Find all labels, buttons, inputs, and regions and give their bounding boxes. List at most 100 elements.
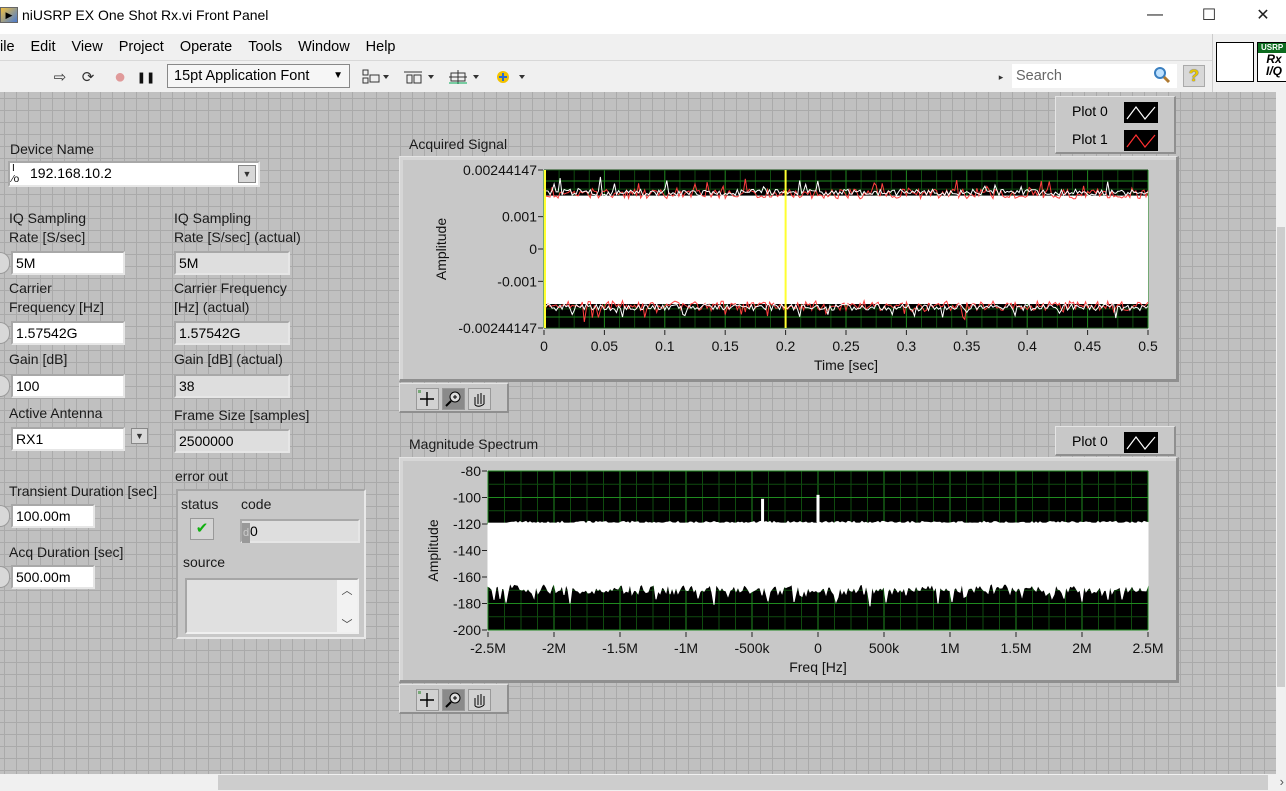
device-name-value: 192.168.10.2 — [30, 165, 112, 181]
carrier-freq-actual-indicator: 1.57542G — [174, 321, 290, 345]
gain-actual-label: Gain [dB] (actual) — [174, 351, 283, 367]
y-tick-label: 0.00244147 — [463, 162, 537, 178]
gain-actual-indicator: 38 — [174, 374, 290, 398]
horizontal-scroll-thumb[interactable] — [218, 775, 1268, 790]
acquired-signal-legend[interactable]: Plot 0 Plot 1 — [1055, 96, 1176, 154]
chevron-down-icon: ▼ — [242, 169, 252, 179]
x-tick-label: -2M — [542, 640, 566, 656]
plot-0-line-icon — [1124, 432, 1158, 453]
acquired-signal-graph-palette — [399, 383, 509, 413]
legend-label: Plot 0 — [1072, 103, 1108, 119]
scroll-down-icon[interactable]: ﹀ — [337, 616, 357, 632]
acquired-signal-plot[interactable]: 0 0.05 0.1 0.15 0.2 0.25 0.3 0.35 0.4 0.45 0.5 0.00… — [400, 157, 1176, 379]
search-expand-button[interactable]: ▸ — [996, 67, 1006, 87]
legend-item-plot-0[interactable]: Plot 0 — [1056, 429, 1174, 455]
resize-objects-button[interactable] — [446, 67, 482, 87]
legend-item-plot-0[interactable]: Plot 0 — [1056, 99, 1174, 125]
gain-input[interactable]: 100 — [11, 374, 125, 398]
vertical-scroll-thumb[interactable] — [1277, 227, 1285, 687]
menu-window[interactable]: Window — [290, 39, 358, 55]
magnitude-spectrum-plot[interactable]: -2.5M -2M -1.5M -1M -500k 0 500k 1M 1.5M 2M 2.5M -8… — [400, 458, 1176, 680]
connector-pane[interactable] — [1216, 42, 1254, 82]
title-bar: ▶ niUSRP EX One Shot Rx.vi Front Panel —… — [0, 0, 1286, 30]
iq-rate-input[interactable]: 5M — [11, 251, 125, 275]
y-tick-label: -0.001 — [497, 273, 537, 289]
horizontal-scrollbar[interactable]: › — [0, 774, 1286, 791]
run-button[interactable]: ⇨ — [50, 67, 70, 87]
magnitude-spectrum-legend[interactable]: Plot 0 — [1055, 426, 1176, 456]
active-antenna-dropdown-button[interactable]: ▼ — [131, 428, 148, 444]
scroll-right-icon[interactable]: › — [1280, 774, 1284, 789]
iq-rate-actual-value: 5M — [179, 255, 199, 271]
pan-tool-button[interactable] — [468, 689, 491, 711]
search-placeholder: Search — [1016, 68, 1062, 84]
menu-view[interactable]: View — [64, 39, 111, 55]
menu-help[interactable]: Help — [358, 39, 404, 55]
abort-button[interactable]: ● — [109, 66, 131, 88]
x-tick-label: 0 — [814, 640, 822, 656]
context-help-button[interactable]: ? — [1183, 65, 1205, 87]
device-name-combo[interactable]: I ⁄o 192.168.10.2 — [8, 161, 260, 187]
spectrum-spur — [816, 494, 820, 523]
menu-project[interactable]: Project — [111, 39, 172, 55]
device-name-label: Device Name — [10, 141, 95, 157]
cursor-tool-button[interactable] — [416, 689, 439, 711]
labview-vi-icon: ▶ — [0, 7, 18, 23]
menu-file[interactable]: ile — [0, 39, 23, 55]
legend-label: Plot 0 — [1072, 433, 1108, 449]
transient-duration-input[interactable]: 100.00m — [11, 504, 95, 528]
menu-tools[interactable]: Tools — [240, 39, 290, 55]
carrier-freq-value: 1.57542G — [16, 325, 78, 341]
cursor-tool-button[interactable] — [416, 388, 439, 410]
device-name-dropdown-button[interactable]: ▼ — [238, 165, 256, 183]
scroll-up-icon[interactable]: ︿ — [337, 582, 357, 598]
error-out-cluster: status ✔ code d0 source ︿ ﹀ — [176, 489, 366, 639]
x-tick-label: 0.25 — [832, 338, 859, 354]
align-objects-button[interactable] — [358, 67, 392, 87]
pause-button[interactable]: ❚❚ — [137, 67, 155, 87]
iq-rate-actual-label-line2: Rate [S/sec] (actual) — [174, 229, 301, 245]
status-indicator: ✔ — [190, 518, 214, 540]
legend-label: Plot 1 — [1072, 131, 1108, 147]
source-text[interactable]: ︿ ﹀ — [185, 578, 359, 634]
font-select[interactable]: 15pt Application Font ▼ — [167, 64, 350, 88]
chevron-down-icon: ▼ — [333, 70, 343, 81]
gain-value: 100 — [16, 378, 40, 394]
pan-tool-button[interactable] — [468, 388, 491, 410]
source-scrollbar[interactable]: ︿ ﹀ — [337, 580, 357, 632]
y-tick-label: -80 — [461, 463, 481, 479]
x-axis-label: Freq [Hz] — [789, 659, 847, 675]
menu-edit[interactable]: Edit — [23, 39, 64, 55]
y-tick-label: 0.001 — [502, 209, 537, 225]
zoom-tool-button[interactable] — [442, 388, 465, 410]
frame-size-label: Frame Size [samples] — [174, 407, 310, 423]
active-antenna-ring[interactable]: RX1 — [11, 427, 125, 451]
maximize-button[interactable]: ☐ — [1186, 0, 1232, 30]
vertical-scrollbar[interactable] — [1276, 92, 1286, 774]
reorder-icon — [497, 71, 525, 83]
acq-duration-label: Acq Duration [sec] — [9, 544, 124, 560]
menu-operate[interactable]: Operate — [172, 39, 240, 55]
x-tick-label: -1.5M — [602, 640, 638, 656]
plot-0-line-icon — [1124, 102, 1158, 123]
minimize-button[interactable]: — — [1132, 0, 1178, 30]
acq-duration-input[interactable]: 500.00m — [11, 565, 95, 589]
checkmark-icon: ✔ — [195, 520, 209, 537]
close-button[interactable]: ✕ — [1240, 0, 1286, 30]
acquired-signal-graph[interactable]: 0 0.05 0.1 0.15 0.2 0.25 0.3 0.35 0.4 0.45 0.5 0.00… — [399, 156, 1179, 382]
carrier-freq-input[interactable]: 1.57542G — [11, 321, 125, 345]
iq-rate-actual-label-line1: IQ Sampling — [174, 210, 252, 226]
connector-pane-area: USRP Rx I/Q — [1212, 34, 1286, 92]
magnitude-spectrum-graph[interactable]: -2.5M -2M -1.5M -1M -500k 0 500k 1M 1.5M 2M 2.5M -8… — [399, 457, 1179, 683]
search-input[interactable]: Search — [1012, 64, 1177, 88]
distribute-objects-button[interactable] — [401, 67, 437, 87]
vi-icon[interactable]: USRP Rx I/Q — [1257, 42, 1286, 82]
legend-item-plot-1[interactable]: Plot 1 — [1056, 127, 1174, 153]
reorder-button[interactable] — [492, 67, 528, 87]
x-tick-label: 2.5M — [1132, 640, 1163, 656]
run-continuously-button[interactable]: ⟳ — [77, 67, 99, 87]
zoom-tool-button[interactable] — [442, 689, 465, 711]
window-title: niUSRP EX One Shot Rx.vi Front Panel — [22, 7, 269, 23]
x-tick-label: 0.1 — [655, 338, 675, 354]
crosshair-icon — [418, 691, 434, 707]
